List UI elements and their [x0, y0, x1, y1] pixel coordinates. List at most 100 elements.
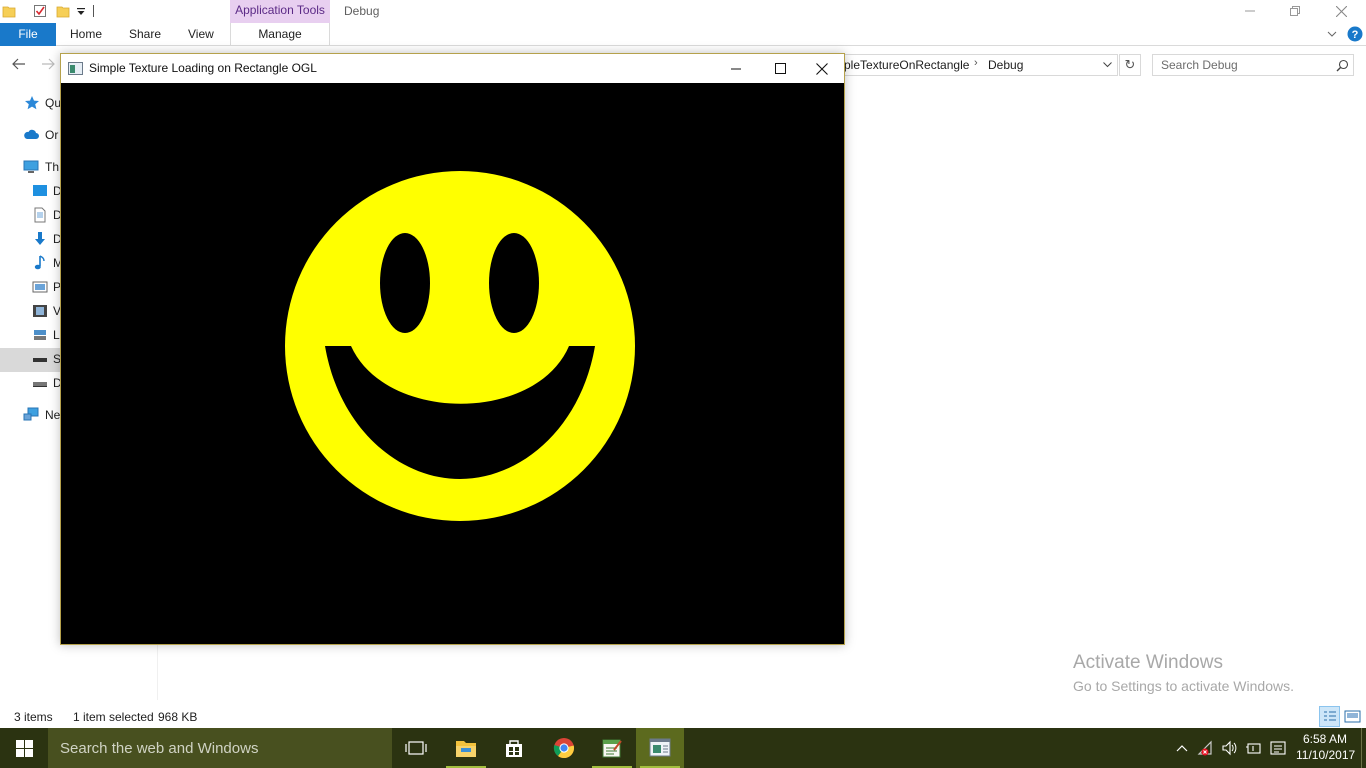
contextual-tab-application-tools: Application Tools	[230, 0, 330, 23]
nav-item-drive-s[interactable]: S	[0, 348, 61, 370]
nav-item-documents[interactable]: D	[0, 204, 62, 226]
chrome-icon	[553, 738, 575, 759]
cloud-icon	[24, 129, 39, 139]
taskbar-clock[interactable]: 6:58 AM 11/10/2017	[1296, 731, 1356, 763]
explorer-titlebar: Application Tools Debug	[0, 0, 1366, 23]
details-view-button[interactable]	[1319, 706, 1340, 727]
tab-share[interactable]: Share	[129, 23, 161, 46]
breadcrumb-segment-current[interactable]: Debug	[988, 58, 1023, 72]
chevron-up-icon	[1176, 745, 1188, 752]
videos-icon	[33, 305, 47, 317]
smiley-right-eye	[489, 233, 539, 333]
close-button[interactable]	[1318, 0, 1364, 22]
pictures-icon	[32, 281, 48, 293]
nav-item-onedrive[interactable]: Or	[0, 124, 60, 146]
input-method-button[interactable]	[1269, 739, 1287, 757]
ogl-maximize-button[interactable]	[758, 54, 803, 83]
taskbar-search-box[interactable]	[48, 728, 392, 768]
refresh-icon: ↻	[1124, 57, 1136, 72]
network-drive-icon	[34, 330, 46, 340]
item-count: 3 items	[14, 710, 53, 724]
taskbar-chrome[interactable]	[540, 728, 588, 768]
desktop-icon	[33, 185, 47, 196]
nav-item-drive-d[interactable]: D	[0, 372, 62, 394]
address-dropdown-icon[interactable]	[1103, 62, 1112, 68]
speaker-icon	[1222, 740, 1237, 756]
help-icon[interactable]: ?	[1347, 26, 1363, 42]
tab-file[interactable]: File	[0, 23, 56, 46]
notepad-app-icon	[602, 739, 622, 758]
taskbar: 6:58 AM 11/10/2017	[0, 728, 1366, 768]
ogl-close-button[interactable]	[799, 54, 844, 83]
search-input[interactable]	[1153, 55, 1329, 75]
breadcrumb-chevron-icon[interactable]: ›	[974, 57, 978, 69]
nav-item-desktop[interactable]: D	[0, 180, 62, 202]
task-view-button[interactable]	[392, 728, 440, 768]
clock-date: 11/10/2017	[1296, 748, 1356, 762]
smiley-texture	[285, 171, 635, 521]
nav-item-quick-access[interactable]: Qu	[0, 92, 61, 114]
ogl-titlebar[interactable]: Simple Texture Loading on Rectangle OGL	[61, 54, 844, 83]
music-icon	[34, 255, 45, 270]
properties-icon[interactable]	[33, 4, 47, 18]
search-box[interactable]	[1152, 54, 1354, 76]
nav-item-music[interactable]: M	[0, 252, 63, 274]
nav-item-network[interactable]: Ne	[0, 404, 60, 426]
activate-windows-watermark: Activate Windows Go to Settings to activ…	[1073, 652, 1294, 697]
expand-ribbon-icon[interactable]	[1327, 30, 1337, 38]
app-window-icon	[68, 62, 83, 75]
file-explorer-icon	[456, 741, 476, 757]
taskbar-notepad-app[interactable]	[588, 728, 636, 768]
address-bar[interactable]: pleTextureOnRectangle › Debug	[844, 54, 1118, 76]
downloads-icon	[35, 232, 45, 245]
star-icon	[25, 96, 39, 110]
refresh-button[interactable]: ↻	[1119, 54, 1141, 76]
store-icon	[506, 740, 522, 757]
tab-manage[interactable]: Manage	[230, 23, 330, 46]
volume-button[interactable]	[1221, 739, 1239, 757]
documents-icon	[34, 207, 46, 223]
qat-divider	[93, 5, 94, 17]
nav-item-network-drive[interactable]: L	[0, 324, 60, 346]
breadcrumb-segment[interactable]: pleTextureOnRectangle	[844, 58, 969, 72]
window-title: Debug	[344, 4, 380, 18]
search-icon[interactable]	[1336, 59, 1349, 72]
nav-item-this-pc[interactable]: Th	[0, 156, 60, 178]
ogl-app-icon	[649, 738, 671, 757]
large-icons-view-button[interactable]	[1342, 706, 1363, 727]
taskbar-search-input[interactable]	[48, 728, 392, 768]
clock-time: 6:58 AM	[1302, 732, 1348, 746]
close-icon	[1335, 5, 1347, 17]
minimize-button[interactable]	[1227, 0, 1273, 22]
tab-home[interactable]: Home	[70, 23, 102, 46]
maximize-icon	[775, 63, 786, 74]
keyboard-icon	[1270, 741, 1286, 755]
ogl-minimize-button[interactable]	[713, 54, 758, 83]
forward-arrow-icon[interactable]	[41, 58, 56, 70]
show-hidden-icons-button[interactable]	[1173, 739, 1191, 757]
start-button[interactable]	[0, 728, 48, 768]
back-arrow-icon[interactable]	[11, 58, 26, 70]
svg-text:?: ?	[1352, 29, 1359, 41]
drive-icon	[33, 358, 47, 362]
folder-icon[interactable]	[2, 4, 16, 18]
nav-item-pictures[interactable]: P	[0, 276, 61, 298]
network-status-button[interactable]	[1197, 739, 1215, 757]
taskbar-file-explorer[interactable]	[442, 728, 490, 768]
show-desktop-button[interactable]	[1361, 728, 1366, 768]
computer-icon	[23, 160, 39, 173]
nav-item-videos[interactable]: V	[0, 300, 61, 322]
ogl-window[interactable]: Simple Texture Loading on Rectangle OGL	[60, 53, 845, 645]
taskbar-store[interactable]	[490, 728, 538, 768]
restore-button[interactable]	[1272, 0, 1318, 22]
ogl-render-canvas[interactable]	[61, 83, 844, 644]
restore-icon	[1290, 6, 1300, 16]
new-folder-icon[interactable]	[56, 4, 70, 18]
customize-qat-icon[interactable]	[75, 4, 89, 18]
nav-item-downloads[interactable]: D	[0, 228, 62, 250]
taskbar-ogl-app[interactable]	[636, 728, 684, 768]
power-button[interactable]	[1245, 739, 1263, 757]
large-icons-view-icon	[1344, 710, 1361, 723]
tab-view[interactable]: View	[188, 23, 214, 46]
watermark-title: Activate Windows	[1073, 652, 1223, 673]
